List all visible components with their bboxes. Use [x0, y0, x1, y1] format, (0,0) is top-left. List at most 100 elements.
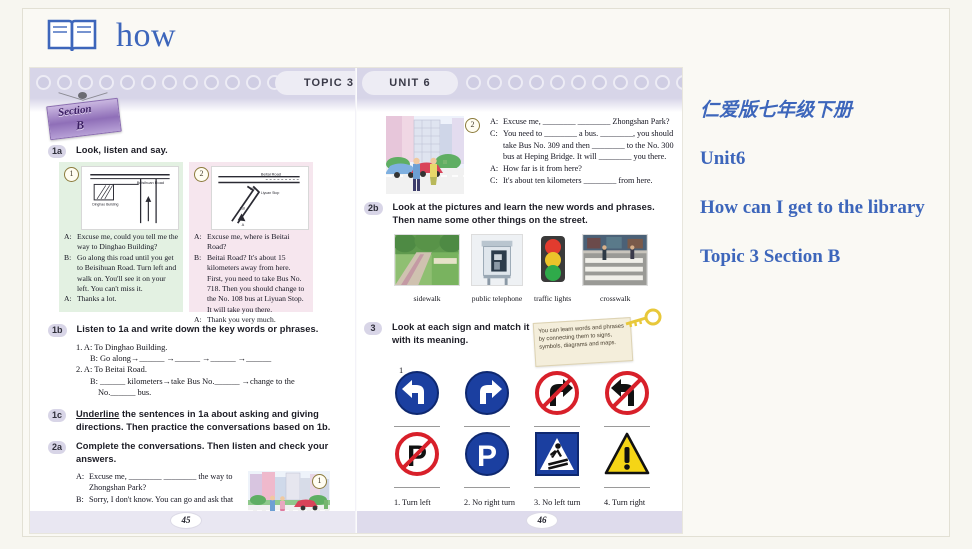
key-icon	[625, 308, 662, 328]
exercise-2a-cont-picture: 2	[385, 116, 480, 199]
dialog-speaker: A:	[64, 232, 72, 241]
exercise-badge-2a: 2a	[48, 441, 67, 454]
dialog-text: It's about ten kilometers ________ from …	[503, 175, 653, 185]
section-tag-word2: B	[75, 117, 85, 133]
dialog-speaker: B:	[64, 252, 72, 262]
exercise-2a-head: 2a Complete the conversations. Then list…	[48, 440, 340, 465]
svg-text:Beisihuan Road: Beisihuan Road	[137, 180, 164, 185]
picture-caption: public telephone	[471, 294, 523, 303]
answer-option: 3. No left turn	[534, 498, 581, 507]
exercise-2a-cont-lines: A: Excuse me, ________ ________ Zhongsha…	[490, 116, 682, 199]
exercise-1a: 1a Look, listen and say.	[48, 144, 340, 158]
dialog-line: A: Thanks a lot.	[64, 294, 178, 304]
picture-caption: sidewalk	[413, 294, 441, 303]
dialog-text: Excuse me, could you tell me the way to …	[77, 232, 179, 252]
dialog-speaker: C:	[490, 175, 498, 185]
list-item: 2. A: To Beitai Road.	[76, 365, 147, 375]
dialog-speaker: A:	[194, 232, 202, 241]
sign-cell-turn-left	[394, 370, 440, 427]
list-item: No.______ bus.	[98, 387, 152, 397]
answer-option: 1. Turn left	[394, 498, 431, 507]
note-line-question: How can I get to the library	[700, 196, 925, 218]
header-dot	[634, 75, 649, 90]
picture-cell-telephone: public telephone	[471, 234, 523, 303]
sign-answer-line	[534, 425, 580, 427]
header-dot	[487, 75, 502, 90]
dialog-text: You need to ________ a bus. ________, yo…	[503, 128, 674, 162]
svg-text:708: 708	[249, 187, 255, 191]
header-dot	[57, 75, 72, 90]
sign-answer-line	[464, 486, 510, 488]
exercise-2b-head: 2b Look at the pictures and learn the ne…	[364, 201, 666, 226]
note-line-unit: Unit6	[700, 147, 746, 169]
dialog-2-map: Beitai Road 708 Liyuan Stop 118 A	[211, 166, 309, 230]
note-line-textbook-edition: 仁爱版七年级下册	[700, 99, 853, 121]
dialog-speaker: C:	[490, 128, 498, 138]
picture-number-badge: 1	[312, 474, 327, 489]
svg-text:Beitai Road: Beitai Road	[261, 172, 281, 177]
sign-cell-turn-right	[464, 370, 510, 427]
header-dots-left	[36, 75, 303, 91]
sign-answer-line	[394, 425, 440, 427]
turn-left-sign	[395, 371, 439, 415]
unit-pill: UNIT 6	[362, 71, 458, 95]
exercise-1a-instruction: Look, listen and say.	[76, 145, 168, 155]
sign-cell-no-right-turn	[534, 370, 580, 427]
exercise-1c-head: 1c Underline the sentences in 1a about a…	[48, 408, 340, 433]
no-right-turn-sign	[535, 371, 579, 415]
exercise-2b-pictures: sidewalk public telephone traffic lights…	[393, 230, 666, 303]
header-dot	[78, 75, 93, 90]
dialog-line: C: It's about ten kilometers ________ fr…	[490, 175, 682, 187]
open-book-icon	[46, 16, 98, 56]
header-dot	[183, 75, 198, 90]
tip-note-text: You can learn words and phrases by conne…	[538, 323, 625, 352]
sign-1-answer: 1	[399, 366, 404, 375]
traffic-light-photo	[535, 234, 570, 286]
note-line-topic: Topic 3 Section B	[700, 245, 841, 267]
sign-answer-line	[604, 486, 650, 488]
tip-note: You can learn words and phrases by conne…	[532, 317, 634, 367]
sign-cell-no-parking: P	[394, 431, 440, 488]
exercise-1b: 1b Listen to 1a and write down the key w…	[48, 323, 344, 398]
sign-cell-parking: P	[464, 431, 510, 488]
dialog-box-1: 1 Beisihuan Road Dinghao Building A: Exc…	[59, 162, 183, 312]
exercise-1c: 1c Underline the sentences in 1a about a…	[48, 408, 340, 433]
list-item: B: Go along→______ →______ →______ →____…	[90, 354, 272, 364]
exercise-1b-head: 1b Listen to 1a and write down the key w…	[48, 323, 344, 337]
dialog-speaker: A:	[76, 472, 85, 481]
danger-sign	[604, 432, 650, 475]
svg-text:Dinghao Building: Dinghao Building	[92, 203, 118, 207]
textbook-spread: TOPIC 3 Section B 1a Look, listen and sa…	[30, 68, 682, 533]
exercise-2a-continued: 2 A: Excuse me, ________ ________ Zhongs…	[385, 116, 682, 199]
answer-option: 2. No right turn	[464, 498, 515, 507]
spread-gutter	[355, 68, 357, 533]
dialog-text: How far is it from here?	[503, 164, 582, 174]
svg-text:Liyuan Stop: Liyuan Stop	[261, 191, 279, 195]
picture-caption: traffic lights	[534, 294, 572, 303]
signs-row-2: P P	[394, 431, 650, 488]
dialog-1-map: Beisihuan Road Dinghao Building	[81, 166, 179, 230]
turn-right-sign	[465, 371, 509, 415]
dialog-text: Go along this road until you get to Beis…	[77, 252, 177, 294]
header-dot	[529, 75, 544, 90]
dialog-speaker: A:	[490, 164, 499, 174]
header-dot	[676, 75, 682, 90]
dialog-line: A: Excuse me, where is Beitai Road?	[194, 232, 308, 253]
dialog-line: B: Beitai Road? It's about 15 kilometers…	[194, 253, 308, 315]
header-dot	[571, 75, 586, 90]
sign-answer-line	[604, 425, 650, 427]
header-dot	[225, 75, 240, 90]
sign-answer-line	[534, 486, 580, 488]
header-dot	[99, 75, 114, 90]
dialog-speaker: A:	[64, 294, 72, 304]
header-dot	[613, 75, 628, 90]
exercise-2b: 2b Look at the pictures and learn the ne…	[364, 201, 666, 303]
crosswalk-sign	[535, 432, 579, 476]
page-title: how	[116, 17, 177, 54]
dialog-speaker: A:	[490, 117, 499, 126]
sign-answer-line	[394, 486, 440, 488]
exercise-1b-items: 1. A: To Dinghao Building. B: Go along→_…	[76, 342, 344, 398]
slide-root: how TOPIC 3 Section B 1a Look, listen an…	[0, 0, 972, 549]
header-dot	[246, 75, 261, 90]
header-dot	[655, 75, 670, 90]
